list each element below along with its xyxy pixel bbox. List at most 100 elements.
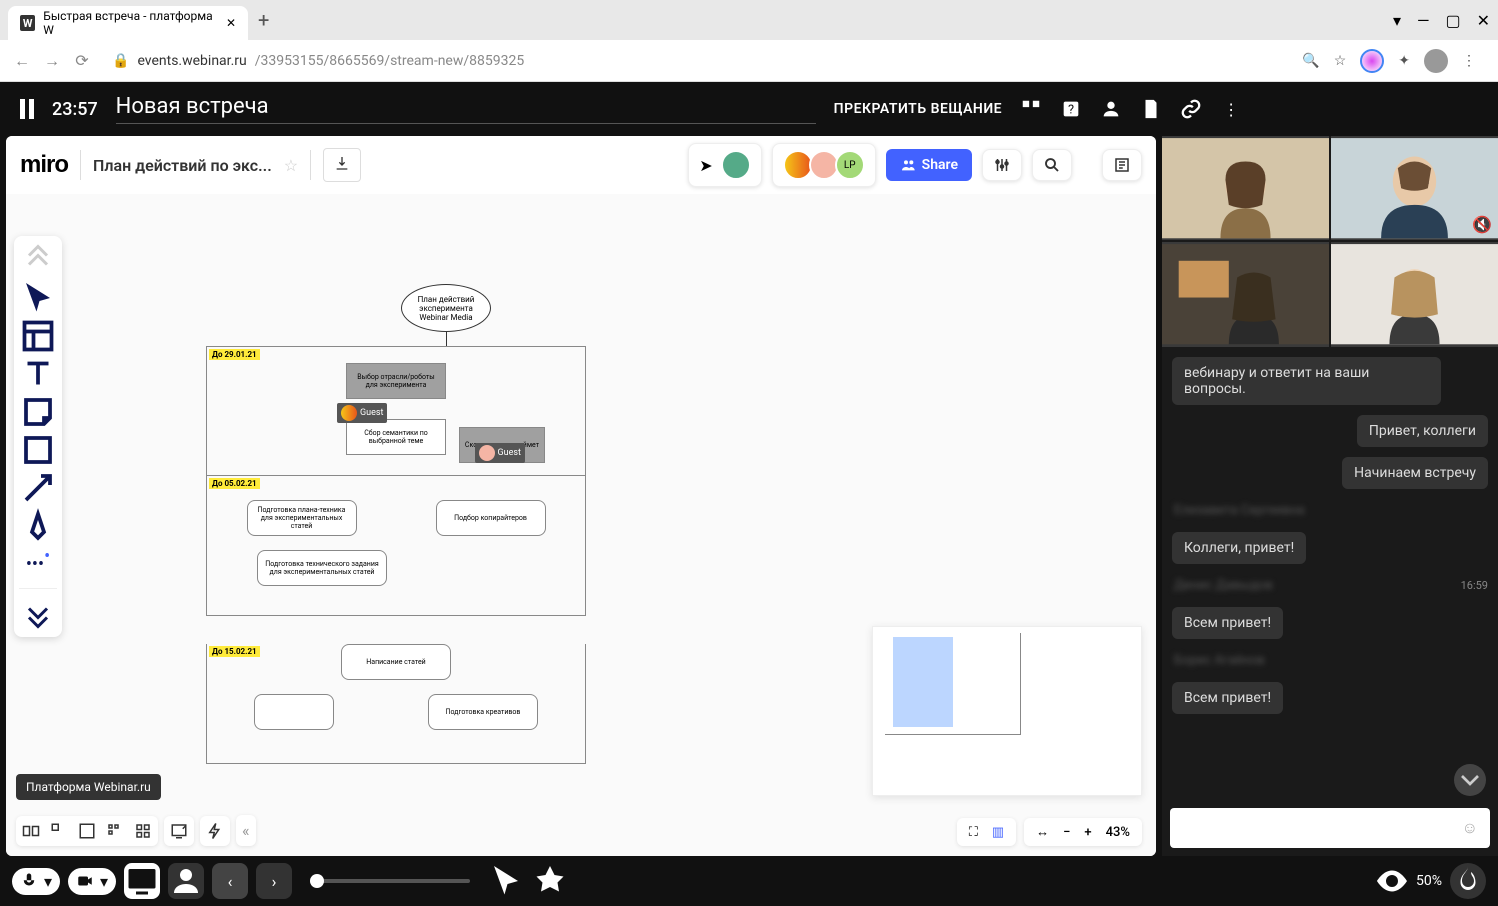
- profile-avatar-1[interactable]: [1360, 49, 1384, 73]
- extensions-icon[interactable]: ✦: [1398, 53, 1410, 69]
- flow-box[interactable]: Подбор копирайтеров: [436, 500, 546, 536]
- pointer-tool-button[interactable]: [488, 863, 524, 899]
- more-tools[interactable]: ••••: [18, 546, 58, 582]
- url-domain: events.webinar.ru: [137, 53, 246, 69]
- chat-textfield[interactable]: [1182, 820, 1462, 836]
- close-window-icon[interactable]: ✕: [1477, 11, 1490, 30]
- flow-box[interactable]: Сбор семантики по выбранной теме: [346, 419, 446, 455]
- url-bar[interactable]: 🔒 events.webinar.ru/33953155/8665569/str…: [102, 49, 1486, 73]
- fit-icon[interactable]: ↔: [1036, 824, 1049, 840]
- camera-toggle[interactable]: ▾: [68, 868, 116, 895]
- back-icon[interactable]: ←: [12, 51, 32, 71]
- map-icon[interactable]: ▥: [992, 825, 1004, 840]
- flow-box[interactable]: Подготовка плана-техника для эксперимент…: [247, 500, 357, 536]
- zoom-out-icon[interactable]: −: [1063, 825, 1070, 840]
- select-tool[interactable]: [18, 280, 58, 316]
- emoji-icon[interactable]: ☺: [1462, 818, 1478, 838]
- frames-panel-button[interactable]: [16, 816, 158, 846]
- help-icon[interactable]: ?: [1060, 98, 1082, 120]
- video-participant-1[interactable]: [1162, 136, 1329, 240]
- flow-box[interactable]: Выбор отрасли/роботы для эксперимента: [346, 363, 446, 399]
- miro-logo[interactable]: miro: [20, 151, 68, 179]
- seek-slider[interactable]: [310, 879, 470, 883]
- screen-share-button[interactable]: [124, 863, 160, 899]
- video-participant-3[interactable]: [1162, 242, 1329, 346]
- flow-box[interactable]: [254, 694, 334, 730]
- draw-tool-button[interactable]: [532, 863, 568, 899]
- arrow-tool[interactable]: [18, 470, 58, 506]
- prev-slide-button[interactable]: ‹: [212, 863, 248, 899]
- fullscreen-icon[interactable]: ⛶: [969, 825, 978, 840]
- more-menu-icon[interactable]: ⋮: [1220, 98, 1242, 120]
- participants-pill[interactable]: LP: [772, 143, 876, 187]
- separator: [310, 150, 311, 180]
- meeting-name-input[interactable]: Новая встреча: [116, 94, 816, 124]
- link-icon[interactable]: [1180, 98, 1202, 120]
- chevron-down-icon[interactable]: ▾: [44, 872, 52, 891]
- bolt-button[interactable]: [200, 816, 230, 846]
- stop-broadcast-button[interactable]: ПРЕКРАТИТЬ ВЕЩАНИЕ: [834, 101, 1002, 117]
- chevron-down-icon[interactable]: ▾: [100, 872, 108, 891]
- activity-button[interactable]: [1102, 149, 1142, 181]
- cursor-presence-pill[interactable]: ➤: [688, 143, 761, 187]
- star-icon[interactable]: ☆: [284, 156, 298, 175]
- video-participant-4[interactable]: [1331, 242, 1498, 346]
- participants-control[interactable]: [168, 863, 204, 899]
- fire-button[interactable]: [1450, 863, 1486, 899]
- frame-1[interactable]: До 29.01.21 Выбор отрасли/роботы для экс…: [206, 346, 586, 476]
- scroll-down-button[interactable]: [1454, 764, 1486, 796]
- visibility-toggle[interactable]: 50%: [1374, 863, 1442, 899]
- settings-button[interactable]: [982, 149, 1022, 181]
- chat-panel: вебинару и ответит на ваши вопросы. Прив…: [1162, 347, 1498, 800]
- tab-close-icon[interactable]: ✕: [226, 16, 236, 30]
- search-in-page-icon[interactable]: 🔍: [1302, 53, 1319, 69]
- zoom-in-icon[interactable]: +: [1084, 825, 1091, 840]
- pause-icon[interactable]: [20, 99, 34, 119]
- collapse-down-icon[interactable]: [18, 595, 58, 631]
- zoom-level[interactable]: 43%: [1106, 825, 1130, 840]
- flowchart-title-oval[interactable]: План действий эксперимента Webinar Media: [401, 284, 491, 332]
- tooltip: Платформа Webinar.ru: [16, 774, 161, 800]
- video-participant-2[interactable]: 🔇: [1331, 136, 1498, 240]
- miro-canvas[interactable]: План действий эксперимента Webinar Media…: [6, 194, 1156, 856]
- forward-icon[interactable]: →: [42, 51, 62, 71]
- minimap[interactable]: [872, 626, 1142, 796]
- bookmark-star-icon[interactable]: ☆: [1334, 53, 1347, 69]
- present-button[interactable]: [164, 816, 194, 846]
- reload-icon[interactable]: ⟳: [72, 51, 92, 71]
- browser-tab[interactable]: W Быстрая встреча - платформа W ✕: [8, 6, 248, 40]
- frame-2[interactable]: До 05.02.21 Подготовка плана-техника для…: [206, 476, 586, 616]
- app-header: 23:57 Новая встреча ПРЕКРАТИТЬ ВЕЩАНИЕ ?…: [0, 82, 1498, 136]
- templates-tool[interactable]: [18, 318, 58, 354]
- frame-3[interactable]: До 15.02.21 Написание статей Подготовка …: [206, 644, 586, 764]
- chat-icon[interactable]: [1020, 98, 1042, 120]
- maximize-icon[interactable]: ▢: [1445, 11, 1460, 30]
- chat-author: Елизавета Сергеевна: [1172, 499, 1488, 522]
- flow-box[interactable]: Подготовка технического задания для эксп…: [257, 550, 387, 586]
- text-tool[interactable]: [18, 356, 58, 392]
- share-button[interactable]: Share: [886, 149, 972, 181]
- mic-toggle[interactable]: ▾: [12, 868, 60, 895]
- flow-box[interactable]: Написание статей: [341, 644, 451, 680]
- pen-tool[interactable]: [18, 508, 58, 544]
- browser-menu-icon[interactable]: ⋮: [1462, 53, 1476, 69]
- collapse-up-icon[interactable]: [18, 242, 58, 278]
- chat-input[interactable]: ☺: [1170, 808, 1490, 848]
- minimize-icon[interactable]: —: [1417, 11, 1430, 30]
- profile-avatar-2[interactable]: [1424, 49, 1448, 73]
- next-slide-button[interactable]: ›: [256, 863, 292, 899]
- slider-thumb[interactable]: [310, 874, 324, 888]
- chrome-menu-icon[interactable]: ▾: [1393, 11, 1401, 30]
- flow-box[interactable]: Подготовка креативов: [428, 694, 538, 730]
- shape-tool[interactable]: [18, 432, 58, 468]
- search-button[interactable]: [1032, 149, 1072, 181]
- collapse-button[interactable]: «: [236, 815, 256, 846]
- right-panel: 🔇 вебинару и ответит на ваши вопросы. Пр…: [1162, 136, 1498, 856]
- new-tab-button[interactable]: +: [258, 8, 269, 32]
- export-button[interactable]: [323, 148, 361, 182]
- sticky-note-tool[interactable]: [18, 394, 58, 430]
- board-title[interactable]: План действий по экс...: [93, 156, 272, 175]
- files-icon[interactable]: [1140, 98, 1162, 120]
- participants-icon[interactable]: [1100, 98, 1122, 120]
- miro-bottom-toolbar: Платформа Webinar.ru «: [16, 815, 256, 846]
